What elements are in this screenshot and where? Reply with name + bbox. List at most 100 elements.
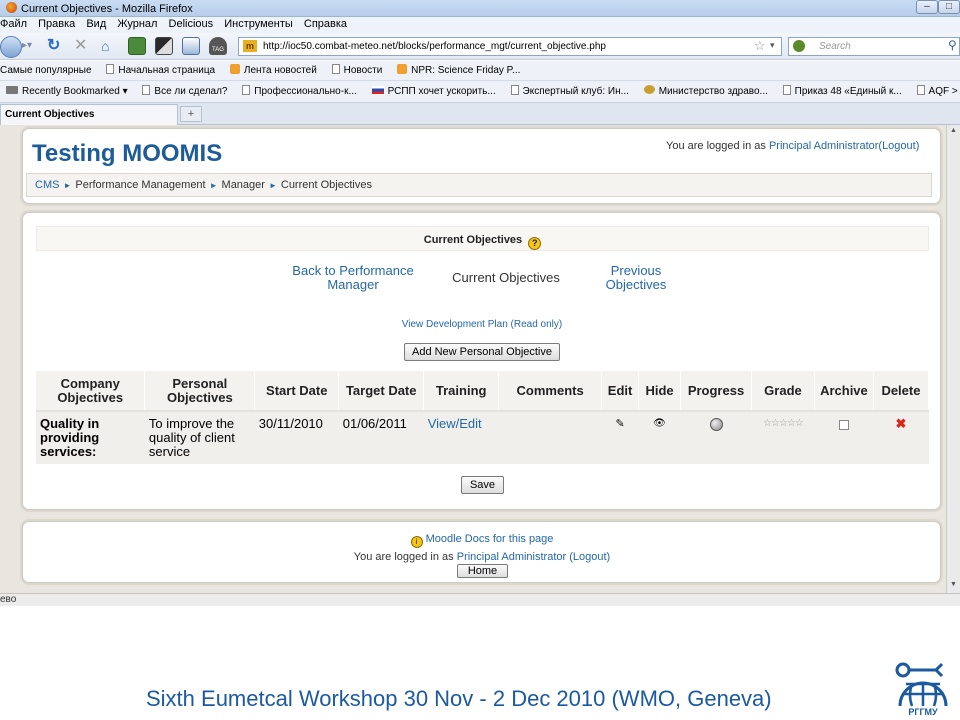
- page-icon: [142, 85, 151, 95]
- menu-history[interactable]: Журнал: [117, 18, 157, 30]
- col-grade[interactable]: Grade: [751, 371, 815, 412]
- col-delete[interactable]: Delete: [873, 371, 930, 412]
- archive-checkbox[interactable]: [838, 420, 849, 430]
- bookmark-item[interactable]: Самые популярные: [0, 65, 92, 76]
- rss-icon: [397, 64, 408, 74]
- back-icon[interactable]: [0, 36, 22, 58]
- scrollbar[interactable]: ▲ ▼: [946, 125, 960, 593]
- delete-icon[interactable]: ✖: [896, 416, 907, 431]
- breadcrumb-cms[interactable]: CMS: [35, 179, 59, 191]
- development-plan-link[interactable]: View Development Plan (Read only): [336, 319, 628, 330]
- breadcrumb-manager[interactable]: Manager: [222, 179, 265, 191]
- url-dropdown-icon[interactable]: ▾: [770, 40, 775, 51]
- col-progress[interactable]: Progress: [680, 371, 752, 412]
- col-hide[interactable]: Hide: [638, 371, 682, 412]
- flag-icon: [371, 86, 384, 94]
- eye-icon[interactable]: 👁: [653, 418, 666, 429]
- col-target-date[interactable]: Target Date: [338, 371, 425, 412]
- comments-cell: [498, 411, 602, 464]
- progress-icon[interactable]: [709, 418, 723, 431]
- menu-file[interactable]: Файл: [0, 18, 27, 30]
- bookmark-ext-icon[interactable]: [182, 37, 200, 55]
- bookmark-item[interactable]: РСПП хочет ускорить...: [371, 86, 496, 97]
- search-engine-icon[interactable]: [793, 40, 805, 52]
- edit-icon[interactable]: ✎: [615, 418, 624, 430]
- site-favicon: m: [243, 40, 257, 52]
- bookmark-item[interactable]: Профессионально-к...: [242, 85, 357, 97]
- bookmark-item[interactable]: Новости: [331, 64, 382, 76]
- col-archive[interactable]: Archive: [814, 371, 874, 412]
- user-link[interactable]: Principal Administrator: [769, 140, 878, 152]
- delicious-ext-icon[interactable]: [128, 37, 146, 55]
- bookmark-item[interactable]: AQF > Projects: [916, 85, 960, 97]
- url-input[interactable]: http://ioc50.combat-meteo.net/blocks/per…: [238, 37, 782, 56]
- breadcrumb-performance[interactable]: Performance Management: [75, 179, 205, 191]
- bookmark-item[interactable]: Министерство здраво...: [643, 85, 768, 97]
- objectives-table: Company Objectives Personal Objectives S…: [36, 371, 930, 464]
- menu-delicious[interactable]: Delicious: [169, 18, 214, 30]
- help-icon[interactable]: ?: [528, 237, 542, 250]
- scroll-up-arrow[interactable]: ▲: [949, 127, 958, 137]
- logout-link[interactable]: (Logout): [878, 140, 919, 152]
- page-icon: [331, 64, 340, 74]
- menu-view[interactable]: Вид: [86, 18, 106, 30]
- stop-icon[interactable]: ✕: [74, 37, 92, 55]
- company-objective-cell: Quality in providing services:: [36, 411, 145, 464]
- col-personal-objectives[interactable]: Personal Objectives: [144, 371, 256, 412]
- target-date-cell: 01/06/2011: [338, 411, 424, 464]
- menu-help[interactable]: Справка: [304, 18, 347, 30]
- breadcrumb: CMS ► Performance Management ► Manager ► Curre…: [26, 173, 932, 197]
- back-to-manager-link[interactable]: Back to Performance Manager: [280, 264, 426, 292]
- home-icon[interactable]: ⌂: [101, 37, 119, 55]
- search-input[interactable]: Search: [788, 37, 960, 56]
- col-start-date[interactable]: Start Date: [254, 371, 340, 412]
- new-tab-button[interactable]: +: [180, 106, 202, 122]
- maximize-button[interactable]: □: [938, 0, 960, 14]
- logo-text: РГГМУ: [908, 707, 938, 716]
- home-button[interactable]: Home: [457, 564, 508, 578]
- status-bar: ево: [0, 593, 960, 606]
- star-bookmark-icon[interactable]: ☆: [754, 38, 766, 54]
- bookmark-item[interactable]: NPR: Science Friday P...: [397, 64, 520, 76]
- bookmark-item[interactable]: Все ли сделал?: [142, 85, 228, 97]
- folder-icon: [6, 86, 18, 94]
- recently-bookmarked[interactable]: Recently Bookmarked ▾: [6, 86, 128, 97]
- col-comments[interactable]: Comments: [498, 371, 603, 412]
- bookmark-item[interactable]: Лента новостей: [229, 64, 317, 76]
- moodle-docs-link[interactable]: Moodle Docs for this page: [426, 533, 554, 545]
- current-objectives-label: Current Objectives: [452, 270, 560, 285]
- table-row: Quality in providing services: To improv…: [36, 411, 929, 464]
- bookmark-item[interactable]: Приказ 48 «Единый к...: [782, 85, 902, 97]
- table-header-row: Company Objectives Personal Objectives S…: [36, 371, 930, 412]
- tab-current-objectives[interactable]: Current Objectives: [0, 104, 178, 125]
- docs-line: i Moodle Docs for this page: [332, 533, 632, 548]
- footer-user-link[interactable]: Principal Administrator: [457, 551, 566, 563]
- screenshot-ext-icon[interactable]: [155, 37, 173, 55]
- bookmark-item[interactable]: Начальная страница: [106, 64, 215, 76]
- personal-objective-cell: To improve the quality of client service: [144, 411, 255, 464]
- minimize-button[interactable]: –: [916, 0, 938, 14]
- footer-logout-link[interactable]: (Logout): [569, 551, 610, 563]
- breadcrumb-current: Current Objectives: [280, 179, 372, 191]
- section-title: Current Objectives: [423, 234, 523, 246]
- col-edit[interactable]: Edit: [601, 371, 640, 412]
- page-icon: [242, 85, 251, 95]
- bookmark-item[interactable]: Экспертный клуб: Ин...: [510, 85, 629, 97]
- save-button[interactable]: Save: [461, 476, 504, 494]
- scroll-down-arrow[interactable]: ▼: [949, 581, 958, 591]
- delete-cell: ✖: [873, 411, 929, 464]
- add-personal-objective-button[interactable]: Add New Personal Objective: [404, 343, 560, 361]
- search-icon[interactable]: ⚲: [948, 38, 957, 52]
- training-view-edit-link[interactable]: View/Edit: [423, 411, 499, 464]
- grade-cell: ☆☆☆☆☆: [751, 411, 815, 464]
- tag-icon[interactable]: TAG: [209, 37, 227, 55]
- content-panel: [22, 212, 941, 510]
- previous-objectives-link[interactable]: Previous Objectives: [594, 264, 678, 292]
- menu-edit[interactable]: Правка: [38, 18, 75, 30]
- forward-icon[interactable]: ▸▾: [22, 40, 38, 54]
- col-training[interactable]: Training: [423, 371, 500, 412]
- reload-icon[interactable]: ↻: [47, 37, 65, 55]
- col-company-objectives[interactable]: Company Objectives: [36, 371, 146, 412]
- grade-stars-icon[interactable]: ☆☆☆☆☆: [763, 418, 804, 429]
- menu-tools[interactable]: Инструменты: [224, 18, 293, 30]
